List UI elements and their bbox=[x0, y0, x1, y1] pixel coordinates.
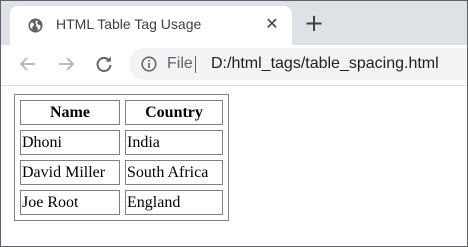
table-row: David Miller South Africa bbox=[20, 160, 223, 185]
address-bar[interactable]: File D:/html_tags/table_spacing.html bbox=[129, 48, 467, 80]
page-content: Name Country Dhoni India David Miller So… bbox=[1, 86, 467, 246]
url-text[interactable]: D:/html_tags/table_spacing.html bbox=[211, 55, 439, 73]
table-cell-name: Dhoni bbox=[20, 130, 120, 155]
forward-arrow-icon[interactable] bbox=[55, 53, 77, 75]
tab-strip: HTML Table Tag Usage ✕ + bbox=[1, 1, 467, 45]
table-cell-name: David Miller bbox=[20, 160, 120, 185]
table-header-row: Name Country bbox=[20, 100, 223, 125]
url-separator bbox=[195, 56, 196, 73]
browser-window: HTML Table Tag Usage ✕ + File D:/html_ta… bbox=[0, 0, 468, 247]
globe-icon bbox=[28, 18, 43, 33]
table-row: Dhoni India bbox=[20, 130, 223, 155]
reload-icon[interactable] bbox=[93, 53, 115, 75]
tab-active[interactable]: HTML Table Tag Usage ✕ bbox=[10, 6, 292, 45]
back-arrow-icon[interactable] bbox=[17, 53, 39, 75]
toolbar: File D:/html_tags/table_spacing.html bbox=[1, 45, 467, 86]
close-icon[interactable]: ✕ bbox=[264, 16, 280, 32]
plus-icon[interactable]: + bbox=[304, 11, 324, 35]
info-icon[interactable] bbox=[141, 56, 157, 72]
scheme-label: File bbox=[167, 55, 193, 72]
column-header-name: Name bbox=[20, 100, 120, 125]
data-table: Name Country Dhoni India David Miller So… bbox=[14, 94, 229, 221]
table-cell-country: England bbox=[125, 190, 223, 215]
table-cell-country: India bbox=[125, 130, 223, 155]
tab-title: HTML Table Tag Usage bbox=[56, 16, 202, 32]
table-cell-name: Joe Root bbox=[20, 190, 120, 215]
column-header-country: Country bbox=[125, 100, 223, 125]
table-row: Joe Root England bbox=[20, 190, 223, 215]
table-cell-country: South Africa bbox=[125, 160, 223, 185]
